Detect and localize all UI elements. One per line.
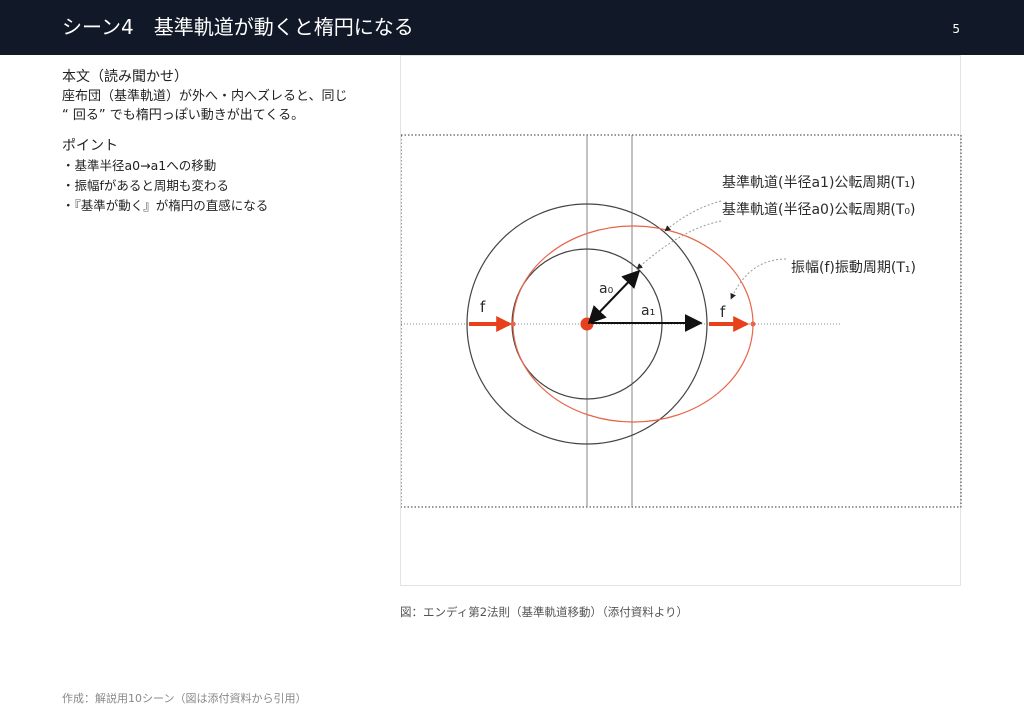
label-orbit-a1: 基準軌道(半径a1)公転周期(T₁) — [722, 174, 916, 191]
label-orbit-a0: 基準軌道(半径a0)公転周期(T₀) — [722, 201, 916, 218]
leader-orbit-a0 — [636, 220, 722, 270]
radius-a0-arrow — [587, 269, 641, 325]
narration-line-1: 座布団（基準軌道）が外へ・内へズレると、同じ — [62, 89, 348, 104]
ellipse-right-point — [750, 321, 756, 327]
figure-frame: 基準軌道(半径a1)公転周期(T₁) 基準軌道(半径a0)公転周期(T₀) 振幅… — [400, 55, 962, 586]
points-heading: ポイント — [62, 138, 118, 154]
narration-heading: 本文（読み聞かせ） — [62, 69, 188, 85]
footer-note: 作成：解説用10シーン（図は添付資料から引用） — [62, 692, 307, 705]
narration-line-2: “ 回る” でも楕円っぽい動きが出てくる。 — [62, 108, 305, 123]
header-bar: シーン4 基準軌道が動くと楕円になる 5 — [0, 0, 1024, 55]
leader-orbit-a1 — [664, 200, 722, 232]
label-f-left: f — [480, 298, 486, 316]
label-a0: a₀ — [599, 281, 614, 297]
figure-caption: 図：エンディ第2法則（基準軌道移動）（添付資料より） — [400, 605, 689, 619]
orbit-diagram: 基準軌道(半径a1)公転周期(T₁) 基準軌道(半径a0)公転周期(T₀) 振幅… — [401, 134, 962, 508]
point-item-1: ・基準半径a0→a1への移動 — [62, 158, 217, 173]
point-item-3: ・『基準が動く』が楕円の直感になる — [62, 198, 269, 213]
page-title: シーン4 基準軌道が動くと楕円になる — [62, 15, 414, 39]
label-a1: a₁ — [641, 303, 655, 319]
page-number: 5 — [952, 22, 960, 36]
left-panel: 本文（読み聞かせ） 座布団（基準軌道）が外へ・内へズレると、同じ “ 回る” で… — [62, 68, 372, 216]
point-item-2: ・振幅fがあると周期も変わる — [62, 178, 229, 193]
label-f-right: f — [720, 303, 726, 321]
label-vibration: 振幅(f)振動周期(T₁) — [791, 260, 916, 276]
ellipse-left-point — [510, 321, 516, 327]
